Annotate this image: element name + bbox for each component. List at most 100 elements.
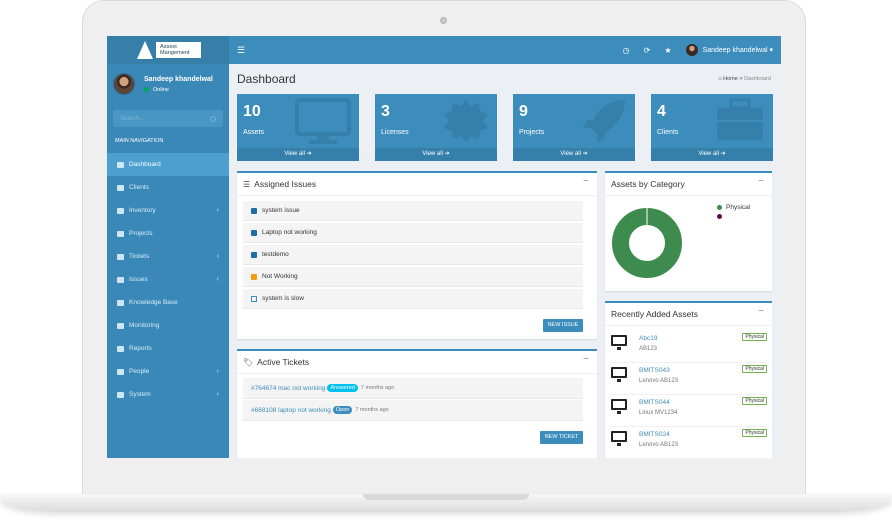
star-icon[interactable]: ★ xyxy=(664,46,671,55)
sidebar-item-dashboard[interactable]: Dashboard xyxy=(107,153,229,176)
legend-label: Physical xyxy=(726,204,751,211)
user-status-label: Online xyxy=(153,86,169,93)
logo[interactable]: Assest Mangement xyxy=(107,36,229,64)
ticket-subject: mac not working xyxy=(278,384,326,392)
book-icon xyxy=(117,299,124,306)
checkbox-checked-icon[interactable] xyxy=(251,229,257,236)
refresh-icon[interactable]: ⟳ xyxy=(644,46,651,55)
panel-title: Assets by Category xyxy=(611,179,685,189)
tile-footer-label: View all xyxy=(698,151,719,157)
sidebar-search-input[interactable]: Search... xyxy=(113,110,223,127)
sidebar-item-inventory[interactable]: Inventory ‹ xyxy=(107,199,229,222)
search-icon[interactable] xyxy=(210,115,216,122)
topbar-user-menu[interactable]: Sandeep khandelwal ▾ xyxy=(703,46,773,54)
issue-item[interactable]: system issue xyxy=(243,201,583,221)
chevron-left-icon: ‹ xyxy=(216,253,219,260)
clients-icon xyxy=(117,184,124,191)
sidebar-item-label: Clients xyxy=(129,184,149,191)
chevron-left-icon: ‹ xyxy=(216,276,219,283)
legend-item[interactable]: Physical xyxy=(717,203,750,212)
hamburger-menu-icon[interactable]: ☰ xyxy=(237,45,245,56)
asset-name-link[interactable]: BMITS044 xyxy=(639,399,670,406)
ticket-link[interactable]: #764674 mac not working xyxy=(251,385,325,392)
panel-title: 🏷 Active Tickets xyxy=(243,357,309,367)
assets-by-category-panel: Assets by Category − Physical xyxy=(605,171,772,291)
ticket-link[interactable]: #668108 laptop not working xyxy=(251,407,331,414)
new-issue-button[interactable]: NEW ISSUE xyxy=(543,319,583,332)
sidebar-item-monitoring[interactable]: Monitoring xyxy=(107,314,229,337)
collapse-icon[interactable]: − xyxy=(758,306,764,317)
monitor-icon xyxy=(295,98,351,144)
asset-model: AB123 xyxy=(639,346,658,352)
tile-value: 10 xyxy=(243,103,261,120)
sidebar-item-label: Dashboard xyxy=(129,161,161,168)
asset-name-link[interactable]: BMITS043 xyxy=(639,367,670,374)
sidebar-item-reports[interactable]: Reports xyxy=(107,337,229,360)
monitor-icon xyxy=(611,431,627,446)
issue-item[interactable]: Laptop not working xyxy=(243,223,583,243)
panel-title-text: Active Tickets xyxy=(257,357,310,367)
issue-item[interactable]: system is slow xyxy=(243,289,583,309)
nav-header: MAIN NAVIGATION xyxy=(115,138,164,144)
sidebar-item-label: People xyxy=(129,368,150,375)
legend-item[interactable] xyxy=(717,212,750,221)
sidebar-item-people[interactable]: People ‹ xyxy=(107,360,229,383)
legend-dot-icon xyxy=(717,205,722,210)
tile-clients: 4 Clients View all ➔ xyxy=(651,94,773,161)
tile-value: 9 xyxy=(519,103,528,120)
collapse-icon[interactable]: − xyxy=(758,176,764,187)
collapse-icon[interactable]: − xyxy=(583,176,589,187)
asset-item: BMITS024 Lenovo AB123 Physical xyxy=(609,427,769,458)
ticket-id: #668108 xyxy=(251,406,277,414)
panel-title: Recently Added Assets xyxy=(611,309,698,319)
asset-name-link[interactable]: Abc19 xyxy=(639,335,657,342)
issue-label: Not Working xyxy=(262,273,298,280)
tile-view-all-link[interactable]: View all ➔ xyxy=(513,148,635,161)
asset-name-link[interactable]: BMITS024 xyxy=(639,431,670,438)
sidebar-item-tickets[interactable]: Tickets ‹ xyxy=(107,245,229,268)
user-status: Online xyxy=(144,87,213,93)
logo-mark-icon xyxy=(133,41,155,59)
gears-icon xyxy=(117,391,124,398)
sidebar-item-knowledge-base[interactable]: Knowledge Base xyxy=(107,291,229,314)
issue-label: Laptop not working xyxy=(262,229,317,236)
issue-item[interactable]: testdemo xyxy=(243,245,583,265)
breadcrumb-home[interactable]: Home xyxy=(723,76,738,82)
new-ticket-button[interactable]: NEW TICKET xyxy=(540,431,583,444)
checkbox-checked-icon[interactable] xyxy=(251,207,257,214)
sidebar-item-issues[interactable]: Issues ‹ xyxy=(107,268,229,291)
sidebar-item-projects[interactable]: Projects xyxy=(107,222,229,245)
warning-icon[interactable] xyxy=(251,273,257,280)
tile-label: Projects xyxy=(519,129,545,136)
tag-icon xyxy=(117,253,124,260)
briefcase-icon xyxy=(717,98,763,140)
tile-view-all-link[interactable]: View all ➔ xyxy=(237,148,359,161)
heartbeat-icon xyxy=(117,322,124,329)
page-title: Dashboard xyxy=(237,72,296,86)
avatar xyxy=(113,73,135,95)
asset-type-badge: Physical xyxy=(742,429,767,437)
bar-chart-icon xyxy=(117,345,124,352)
issue-label: system is slow xyxy=(262,295,304,302)
sidebar-item-label: Tickets xyxy=(129,253,150,260)
clock-icon[interactable]: ◷ xyxy=(623,46,630,55)
tile-view-all-link[interactable]: View all ➔ xyxy=(651,148,773,161)
checkbox-checked-icon[interactable] xyxy=(251,251,257,258)
ticket-age: 7 months ago xyxy=(360,385,395,391)
tile-assets: 10 Assets View all ➔ xyxy=(237,94,359,161)
collapse-icon[interactable]: − xyxy=(583,354,589,365)
panel-title: ☰ Assigned Issues xyxy=(243,179,316,189)
topbar-avatar[interactable] xyxy=(685,44,698,56)
monitor-icon xyxy=(611,367,627,382)
tile-licenses: 3 Licenses View all ➔ xyxy=(375,94,497,161)
online-dot-icon xyxy=(144,87,149,92)
chevron-left-icon: ‹ xyxy=(216,368,219,375)
sidebar-item-label: System xyxy=(129,391,151,398)
issue-item[interactable]: Not Working xyxy=(243,267,583,287)
donut-chart xyxy=(612,208,682,278)
external-link-icon[interactable] xyxy=(251,295,257,302)
sidebar-item-label: Reports xyxy=(129,345,152,352)
tile-view-all-link[interactable]: View all ➔ xyxy=(375,148,497,161)
sidebar-item-system[interactable]: System ‹ xyxy=(107,383,229,406)
sidebar-item-clients[interactable]: Clients xyxy=(107,176,229,199)
